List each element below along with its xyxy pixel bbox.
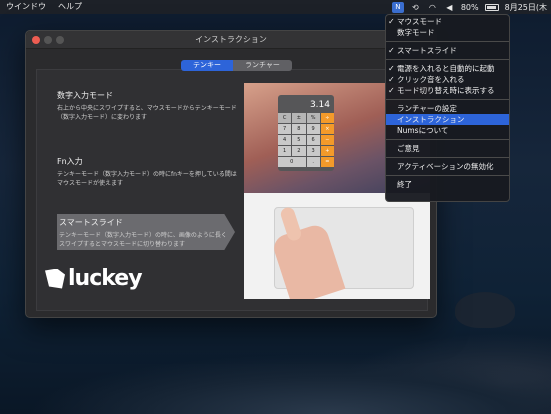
menu-item[interactable]: アクティベーションの無効化	[386, 161, 509, 172]
menu-item[interactable]: Numsについて	[386, 125, 509, 136]
menu-item[interactable]: インストラクション	[386, 114, 509, 125]
zoom-button[interactable]	[56, 36, 64, 44]
luckey-tray-icon[interactable]: N	[391, 1, 404, 13]
menubar-date[interactable]: 8月25日(木	[505, 2, 547, 13]
calculator-key: 5	[292, 135, 306, 145]
volume-icon[interactable]: ◀	[444, 2, 455, 13]
calculator-key: 2	[292, 146, 306, 156]
calculator-key: 0	[278, 157, 306, 167]
menu-separator	[386, 41, 509, 42]
wifi-icon[interactable]: ◠	[427, 2, 438, 13]
menu-separator	[386, 139, 509, 140]
section-heading: スマートスライド	[59, 218, 123, 227]
calculator-key: 4	[278, 135, 292, 145]
battery-percent[interactable]: 80%	[461, 3, 479, 12]
calculator-keypad: C ±% ÷ 7 8 9 × 4 5 6− 1 2 3 +0. =	[278, 113, 334, 167]
calculator-key: +	[320, 146, 334, 156]
calculator-key: 1	[278, 146, 292, 156]
section-number-input: 数字入力モード 右上から中央にスワイプすると、マウスモードからテンキーモード（数…	[57, 90, 237, 122]
instruction-window: インストラクション 数字入力モード 右上から中央にスワイプすると、マウスモードか…	[25, 30, 437, 318]
menu-separator	[386, 175, 509, 176]
luckey-menu: マウスモード数字モードスマートスライド電源を入れると自動的に起動クリック音を入れ…	[385, 14, 510, 202]
calculator-display: 3.14	[309, 100, 330, 110]
calculator-key: 9	[306, 124, 320, 134]
calculator-window: 3.14 C ±% ÷ 7 8 9 × 4 5 6− 1 2 3 +0. =	[278, 95, 334, 171]
menu-item[interactable]: スマートスライド	[386, 45, 509, 56]
calculator-key: .	[306, 157, 320, 167]
menu-item[interactable]: クリック音を入れる	[386, 74, 509, 85]
minimize-button[interactable]	[44, 36, 52, 44]
menu-item[interactable]: ランチャーの設定	[386, 103, 509, 114]
time-machine-icon[interactable]: ⟲	[410, 2, 421, 13]
menu-item[interactable]: マウスモード	[386, 16, 509, 27]
calculator-key: −	[320, 135, 334, 145]
menu-help[interactable]: ヘルプ	[52, 0, 88, 14]
menu-item[interactable]: モード切り替え時に表示する	[386, 85, 509, 96]
section-heading: 数字入力モード	[57, 91, 113, 100]
luckey-logo: luckey	[45, 266, 143, 291]
battery-icon[interactable]	[484, 3, 499, 11]
tab-launcher[interactable]: ランチャー	[233, 60, 292, 71]
desktop-island	[455, 292, 515, 328]
menu-item[interactable]: ご意見	[386, 143, 509, 154]
luckey-logo-icon	[45, 268, 65, 289]
calculator-key: 7	[278, 124, 292, 134]
calculator-key: C	[278, 113, 292, 123]
preview-trackpad-area	[244, 193, 430, 299]
calculator-key: %	[306, 113, 320, 123]
menu-window[interactable]: ウインドウ	[0, 0, 52, 14]
section-smart-slide: スマートスライド テンキーモード（数字入力モード）の時に、画像のように長くスワイ…	[59, 217, 229, 249]
menu-bar: ウインドウ ヘルプ N ⟲ ◠ ◀ 80% 8月25日(木	[0, 0, 551, 14]
calculator-key: =	[320, 157, 334, 167]
calculator-key: 6	[306, 135, 320, 145]
menu-item[interactable]: 終了	[386, 179, 509, 190]
menu-item[interactable]: 数字モード	[386, 27, 509, 38]
window-titlebar[interactable]: インストラクション	[26, 31, 436, 49]
section-heading: Fn入力	[57, 157, 83, 166]
calculator-key: 3	[306, 146, 320, 156]
calculator-key: ±	[292, 113, 306, 123]
tab-bar: テンキー ランチャー	[181, 60, 292, 71]
menu-item[interactable]: 電源を入れると自動的に起動	[386, 63, 509, 74]
section-text: テンキーモード（数字入力モード）の時にfnキーを押している間はマウスモードが使え…	[57, 171, 237, 187]
menu-bar-tray: N ⟲ ◠ ◀ 80% 8月25日(木	[391, 0, 551, 14]
menu-separator	[386, 59, 509, 60]
calculator-key: ÷	[320, 113, 334, 123]
section-text: テンキーモード（数字入力モード）の時に、画像のように長くスワイプするとマウスモー…	[59, 232, 227, 248]
tab-tenkey[interactable]: テンキー	[181, 60, 233, 71]
calculator-key: 8	[292, 124, 306, 134]
menu-separator	[386, 99, 509, 100]
section-fn-input: Fn入力 テンキーモード（数字入力モード）の時にfnキーを押している間はマウスモ…	[57, 156, 237, 188]
menu-separator	[386, 157, 509, 158]
window-title: インストラクション	[195, 35, 267, 44]
logo-text: luckey	[68, 266, 143, 291]
calculator-key: ×	[320, 124, 334, 134]
section-text: 右上から中央にスワイプすると、マウスモードからテンキーモード（数字入力モード）に…	[57, 105, 237, 121]
close-button[interactable]	[32, 36, 40, 44]
